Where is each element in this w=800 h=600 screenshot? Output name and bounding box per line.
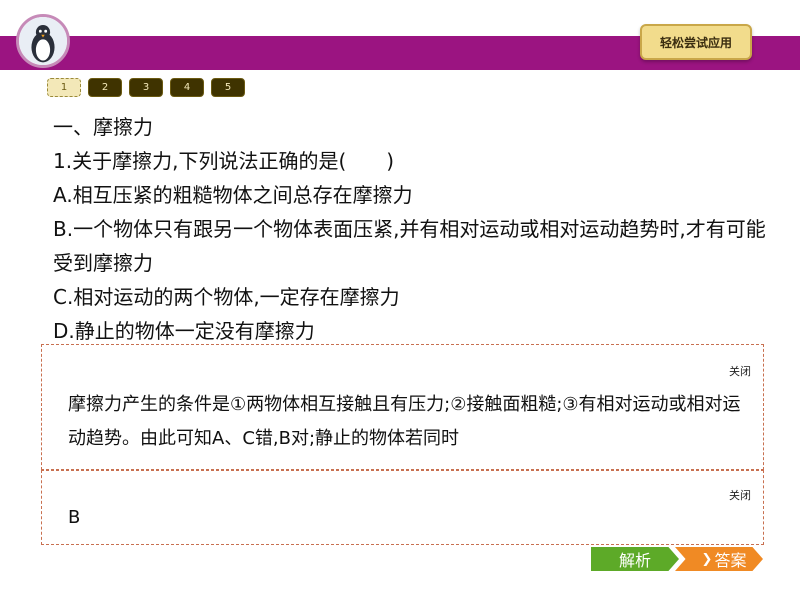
answer-text: B [68,507,81,528]
option-b[interactable]: B.一个物体只有跟另一个物体表面压紧,并有相对运动或相对运动趋势时,才有可能受到… [53,212,773,280]
question-stem: 1.关于摩擦力,下列说法正确的是( ) [53,149,395,173]
option-a[interactable]: A.相互压紧的粗糙物体之间总存在摩擦力 [53,178,773,212]
chevron-right-icon: ❯ [701,551,713,567]
question-block: 一、摩擦力 1.关于摩擦力,下列说法正确的是( ) A.相互压紧的粗糙物体之间总… [53,110,773,348]
answer-tab[interactable]: ❯ 答案 [675,547,763,571]
page-button-2[interactable]: 2 [88,78,122,97]
answer-panel: 关闭 B [41,470,764,545]
option-d[interactable]: D.静止的物体一定没有摩擦力 [53,314,773,348]
page-button-3[interactable]: 3 [129,78,163,97]
analysis-text: 摩擦力产生的条件是①两物体相互接触且有压力;②接触面粗糙;③有相对运动或相对运动… [68,394,741,449]
mode-badge: 轻松尝试应用 [640,24,752,60]
analysis-tab[interactable]: 解析 [591,547,679,571]
analysis-close-button[interactable]: 关闭 [729,363,751,379]
page-selector: 1 2 3 4 5 [47,78,245,97]
penguin-logo-icon [16,14,70,68]
section-title: 一、摩擦力 [53,115,153,139]
page-button-4[interactable]: 4 [170,78,204,97]
analysis-panel: 关闭 摩擦力产生的条件是①两物体相互接触且有压力;②接触面粗糙;③有相对运动或相… [41,344,764,470]
answer-close-button[interactable]: 关闭 [729,487,751,503]
page-button-5[interactable]: 5 [211,78,245,97]
answer-tab-label: 答案 [714,551,747,570]
option-c[interactable]: C.相对运动的两个物体,一定存在摩擦力 [53,280,773,314]
analysis-tab-label: 解析 [618,551,651,570]
bottom-tabs: 解析 ❯ 答案 [591,547,763,571]
page-button-1[interactable]: 1 [47,78,81,97]
mode-badge-label: 轻松尝试应用 [659,35,732,50]
